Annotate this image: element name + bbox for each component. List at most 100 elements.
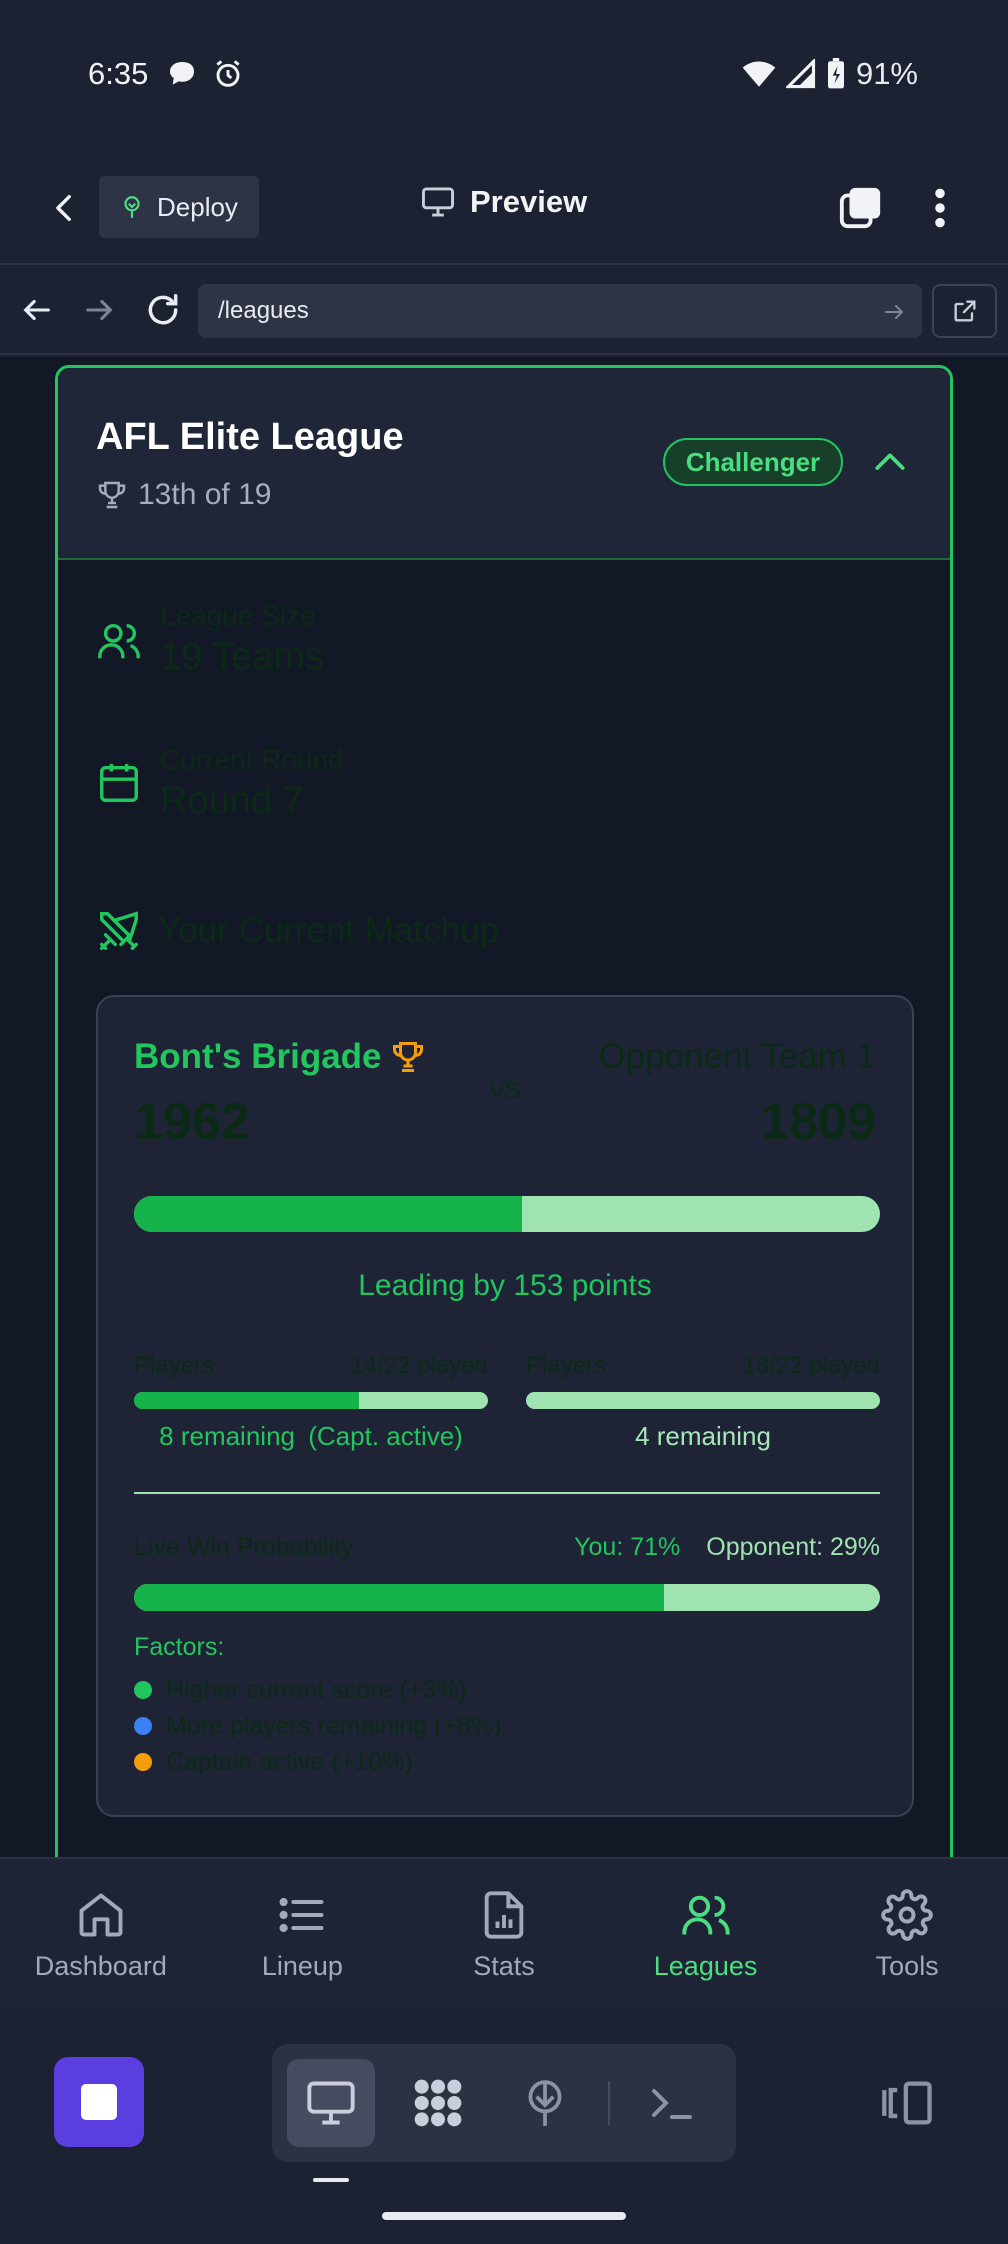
- matchup-title: Your Current Matchup: [158, 911, 500, 950]
- preview-mode-button[interactable]: [287, 2059, 375, 2147]
- more-vertical-icon: [935, 188, 945, 228]
- preview-title[interactable]: Preview: [420, 184, 587, 220]
- league-card-header[interactable]: AFL Elite League 13th of 19 Challenger: [58, 368, 950, 560]
- monitor-icon: [307, 2081, 355, 2125]
- win-probability-bar: [134, 1584, 880, 1611]
- chevron-left-icon: [56, 194, 71, 222]
- tabs-icon: [839, 187, 881, 229]
- nav-label: Lineup: [261, 1951, 343, 1981]
- current-round-value: Round 7: [160, 780, 304, 822]
- league-size-row: League Size 19 Teams: [96, 600, 324, 679]
- factor-dot: [134, 1753, 152, 1771]
- league-card: AFL Elite League 13th of 19 Challenger L…: [55, 365, 953, 1857]
- team-b-remaining: 4 remaining: [635, 1421, 771, 1451]
- nav-label: Tools: [875, 1951, 939, 1981]
- reload-icon: [148, 294, 178, 325]
- factor-item: More players remaining (+8%): [134, 1708, 502, 1744]
- team-a-players-label: Players: [134, 1352, 215, 1379]
- tree-icon: [528, 2080, 562, 2126]
- open-external-button[interactable]: [932, 284, 997, 338]
- external-link-icon: [954, 300, 975, 322]
- system-dock: [0, 2010, 1008, 2244]
- score-share-bar: [134, 1196, 880, 1232]
- factor-item: Captain active (+10%): [134, 1744, 502, 1780]
- signal-icon: [785, 59, 816, 89]
- stop-icon: [81, 2084, 117, 2120]
- factor-text: Captain active (+10%): [166, 1747, 413, 1776]
- terminal-button[interactable]: [628, 2059, 716, 2147]
- nav-leagues[interactable]: Leagues: [606, 1859, 806, 2010]
- list-icon: [276, 1889, 328, 1941]
- current-round-label: Current Round: [160, 744, 344, 775]
- nav-lineup[interactable]: Lineup: [202, 1859, 402, 2010]
- more-options-button[interactable]: [924, 186, 956, 230]
- browser-back-button[interactable]: [20, 293, 54, 327]
- go-arrow-icon[interactable]: [882, 300, 906, 324]
- collapse-button[interactable]: [873, 448, 907, 474]
- url-input[interactable]: /leagues: [198, 284, 922, 338]
- matchup-card: Bont's Brigade 1962 VS Opponent Team 1 1…: [96, 995, 914, 1817]
- terminal-icon: [652, 2089, 692, 2119]
- win-probability-you: You: 71%: [574, 1533, 681, 1561]
- preview-label: Preview: [470, 184, 588, 219]
- back-button[interactable]: [48, 188, 82, 228]
- chevron-up-icon: [875, 453, 905, 470]
- deploy-label: Deploy: [157, 191, 238, 222]
- factors-label: Factors:: [134, 1633, 225, 1661]
- deploy-dock-button[interactable]: [501, 2059, 589, 2147]
- factor-item: Higher current score (+3%): [134, 1672, 502, 1708]
- captain-active: (Capt. active): [308, 1421, 463, 1451]
- crossed-swords-icon: [96, 908, 142, 954]
- alarm-icon: [212, 58, 244, 90]
- rank-text: 13th of 19: [138, 478, 272, 511]
- team-b-name: Opponent Team 1: [598, 1037, 876, 1076]
- factor-dot: [134, 1717, 152, 1735]
- apps-grid-button[interactable]: [394, 2059, 482, 2147]
- dock-divider: [608, 2081, 610, 2125]
- score-share-fill: [134, 1196, 522, 1232]
- nav-dashboard[interactable]: Dashboard: [1, 1859, 201, 2010]
- deploy-button[interactable]: Deploy: [99, 176, 259, 238]
- win-probability-opponent: Opponent: 29%: [706, 1533, 880, 1561]
- status-bar: 6:35 91%: [0, 0, 1008, 150]
- stop-button[interactable]: [54, 2057, 144, 2147]
- dock-toolbar: [272, 2044, 736, 2162]
- reload-button[interactable]: [144, 291, 182, 329]
- home-indicator[interactable]: [382, 2212, 626, 2220]
- divider: [134, 1492, 880, 1494]
- users-icon: [680, 1889, 732, 1941]
- arrow-right-icon: [86, 299, 113, 321]
- page-content: AFL Elite League 13th of 19 Challenger L…: [0, 357, 1008, 1857]
- wifi-icon: [742, 59, 776, 89]
- nav-label: Dashboard: [34, 1951, 167, 1981]
- monitor-icon: [420, 186, 456, 218]
- team-b-played-fill: [526, 1392, 880, 1409]
- current-round-row: Current Round Round 7: [96, 744, 344, 823]
- trophy-icon: [96, 479, 128, 511]
- active-tab-indicator: [313, 2178, 349, 2182]
- browser-forward-button[interactable]: [82, 293, 116, 327]
- league-size-value: 19 Teams: [160, 636, 325, 678]
- url-text: /leagues: [218, 297, 309, 324]
- split-screen-button[interactable]: [880, 2078, 936, 2128]
- team-a-played-fill: [134, 1392, 360, 1409]
- nav-label: Stats: [473, 1951, 535, 1981]
- team-a-played-bar: [134, 1392, 488, 1409]
- calendar-icon: [96, 760, 142, 823]
- gear-icon: [881, 1889, 933, 1941]
- clock: 6:35: [88, 56, 149, 91]
- nav-tools[interactable]: Tools: [807, 1859, 1007, 2010]
- league-rank: 13th of 19: [96, 478, 271, 512]
- team-b-score: 1809: [760, 1093, 876, 1151]
- win-probability-label: Live Win Probability: [134, 1533, 354, 1561]
- users-icon: [96, 618, 142, 679]
- team-a-name: Bont's Brigade: [134, 1037, 382, 1076]
- nav-label: Leagues: [653, 1951, 758, 1981]
- win-probability-row: Live Win Probability You: 71% Opponent: …: [134, 1533, 880, 1562]
- app-header: Deploy Preview: [0, 150, 1008, 265]
- factors-list: Higher current score (+3%) More players r…: [134, 1672, 502, 1780]
- battery-icon: [826, 58, 846, 90]
- tabs-switcher-button[interactable]: [838, 184, 884, 230]
- nav-stats[interactable]: Stats: [404, 1859, 604, 2010]
- chat-bubble-icon: [166, 58, 198, 90]
